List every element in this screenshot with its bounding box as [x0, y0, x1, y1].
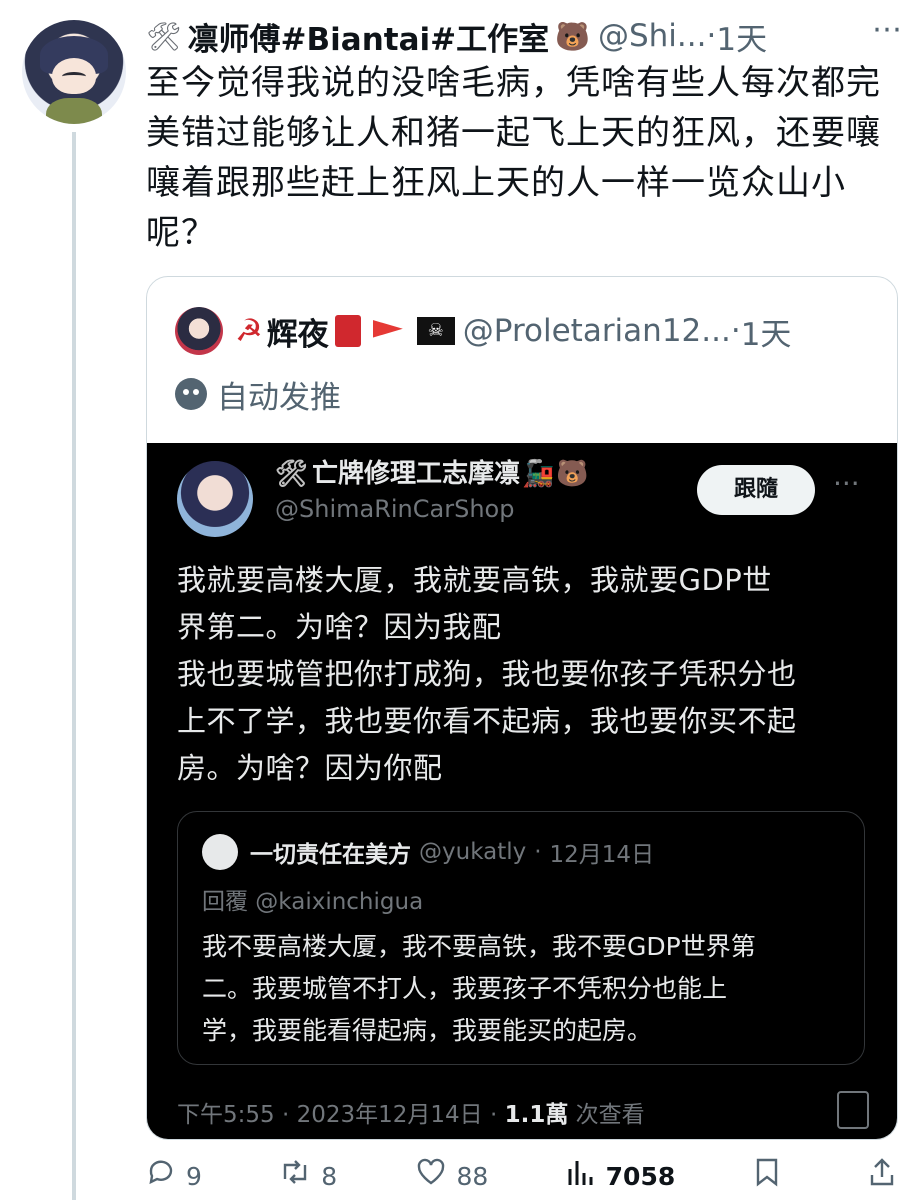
tweet-text: 至今觉得我说的没啥毛病，凭啥有些人每次都完美错过能够让人和猪一起飞上天的狂风，还… [146, 63, 881, 253]
separator-dot: · [706, 18, 717, 54]
reply-button[interactable]: 9 [146, 1157, 202, 1195]
bear-icon: 🐻 [556, 459, 589, 489]
follow-button: 跟隨 [697, 465, 815, 515]
train-icon: 🚂 [522, 459, 555, 489]
bookmark-icon [753, 1157, 781, 1195]
views-icon [566, 1157, 596, 1195]
embedded-text-line: 我也要城管把你打成狗，我也要你孩子凭积分也 [177, 657, 797, 691]
embedded-view-label: 次查看 [568, 1102, 645, 1128]
hammer-sickle-icon: ☭ [235, 313, 263, 349]
inner-text: 我不要高楼大厦，我不要高铁，我不要GDP世界第 二。我要城管不打人，我要孩子不凭… [202, 926, 842, 1052]
username[interactable]: @Shi... [598, 18, 707, 54]
quote-username: @Proletarian12... [462, 313, 731, 349]
separator-dot: · [534, 839, 542, 865]
quote-avatar [175, 307, 223, 355]
inner-reply-to: 回覆 @kaixinchigua [202, 889, 424, 915]
quote-display-name: 辉夜 [266, 316, 329, 353]
view-count: 7058 [605, 1161, 676, 1191]
separator-dot: · [730, 313, 741, 349]
inner-text-line: 二。我要城管不打人，我要孩子不凭积分也能上 [202, 974, 728, 1003]
action-bar: 9 8 88 7058 [146, 1152, 906, 1200]
embedded-text-line: 上不了学，我也要你看不起病，我也要你买不起 [177, 704, 797, 738]
embedded-name-text: 亡牌修理工志摩凛 [312, 459, 521, 489]
inner-quote-header: 一切责任在美方 @yukatly · 12月14日 [202, 834, 654, 870]
embedded-text: 我就要高楼大厦，我就要高铁，我就要GDP世 界第二。为啥？因为我配 我也要城管把… [177, 557, 877, 792]
views-button[interactable]: 7058 [566, 1157, 676, 1195]
like-button[interactable]: 88 [415, 1157, 489, 1195]
quote-tweet[interactable]: ☭ 辉夜 ☠ @Proletarian12... · 1天 自动发推 🛠 亡牌修理… [146, 276, 898, 1140]
retweet-button[interactable]: 8 [279, 1157, 337, 1195]
avatar-eyes [62, 72, 86, 81]
embedded-handle: @ShimaRinCarShop [275, 495, 515, 523]
inner-quote-avatar [202, 834, 238, 870]
embedded-more-icon: ··· [833, 467, 860, 500]
display-name[interactable]: 凛师傅#Biantai#工作室 [188, 14, 550, 59]
red-flag-icon [372, 320, 403, 338]
bear-icon: 🐻 [555, 19, 590, 53]
retweet-icon [279, 1157, 311, 1195]
red-book-icon [334, 315, 361, 347]
reply-count: 9 [186, 1161, 202, 1191]
embedded-timestamp: 下午5:55 · 2023年12月14日 · [177, 1102, 505, 1128]
inner-time: 12月14日 [549, 842, 655, 868]
embedded-avatar [177, 461, 253, 537]
retweet-count: 8 [321, 1161, 338, 1191]
more-icon[interactable]: ⋯ [863, 10, 911, 50]
share-button[interactable] [868, 1157, 906, 1195]
tools-icon: 🛠 [275, 459, 309, 489]
embedded-text-line: 界第二。为啥？因为我配 [177, 610, 502, 644]
inner-text-line: 我不要高楼大厦，我不要高铁，我不要GDP世界第 [202, 932, 756, 961]
automated-text: 自动发推 [217, 379, 341, 416]
embedded-text-line: 房。为啥？因为你配 [177, 751, 443, 785]
tools-icon: 🛠 [146, 19, 182, 53]
quote-header: ☭ 辉夜 ☠ @Proletarian12... · 1天 [175, 303, 791, 359]
analytics-icon [837, 1091, 869, 1129]
heart-icon [415, 1157, 447, 1195]
embedded-view-count: 1.1萬 [504, 1102, 569, 1128]
bookmark-button[interactable] [753, 1157, 791, 1195]
automated-label: 自动发推 [175, 371, 341, 417]
inner-username: @yukatly [419, 839, 527, 865]
bot-icon [175, 378, 207, 410]
embedded-text-line: 我就要高楼大厦，我就要高铁，我就要GDP世 [177, 563, 772, 597]
tweet-time[interactable]: 1天 [716, 14, 767, 59]
share-icon [868, 1157, 896, 1195]
like-count: 88 [456, 1161, 489, 1191]
embedded-display-name: 🛠 亡牌修理工志摩凛🚂🐻 [275, 453, 589, 490]
embedded-screenshot[interactable]: 🛠 亡牌修理工志摩凛🚂🐻 @ShimaRinCarShop 跟隨 ··· 我就要高… [147, 443, 897, 1139]
inner-text-line: 学，我要能看得起病，我要能买的起房。 [202, 1016, 653, 1045]
pirate-flag-icon: ☠ [416, 317, 455, 345]
reply-icon [146, 1157, 176, 1195]
embedded-footer: 下午5:55 · 2023年12月14日 · 1.1萬 次查看 [177, 1095, 645, 1129]
inner-display-name: 一切责任在美方 [250, 842, 411, 868]
thread-line [72, 132, 76, 1200]
avatar-body [46, 98, 102, 124]
tweet-header: 🛠 凛师傅#Biantai#工作室 🐻 @Shi... · 1天 [146, 8, 767, 64]
quote-time: 1天 [740, 316, 792, 353]
author-avatar[interactable] [22, 20, 126, 124]
inner-quote: 一切责任在美方 @yukatly · 12月14日 回覆 @kaixinchig… [177, 811, 865, 1065]
